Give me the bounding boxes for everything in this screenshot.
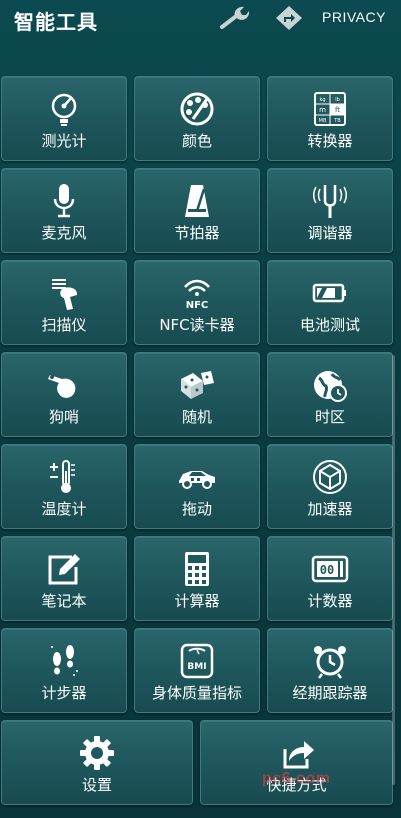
- tile-label: 计步器: [41, 684, 87, 702]
- tile-color[interactable]: 颜色: [134, 76, 260, 161]
- tile-label: 颜色: [181, 132, 212, 150]
- alarm-clock-icon: [310, 641, 350, 681]
- top-bar: 智能工具 PRIVACY: [0, 0, 401, 40]
- tile-label: 节拍器: [174, 224, 220, 242]
- watermark: pc6.com: [262, 770, 331, 787]
- tile-label: 设置: [81, 776, 112, 794]
- notepad-pen-icon: [44, 549, 84, 589]
- tile-label: 时区: [314, 408, 345, 426]
- dice-icon: [177, 365, 217, 405]
- app-title: 智能工具: [14, 10, 98, 34]
- tile-counter[interactable]: 00 计数器: [267, 536, 393, 621]
- tile-label: 经期跟踪器: [292, 684, 368, 702]
- tile-thermometer[interactable]: 温度计: [1, 444, 127, 529]
- counter-digits: 00: [320, 563, 334, 577]
- tile-light-meter[interactable]: 测光计: [1, 76, 127, 161]
- tile-label: 麦克风: [41, 224, 87, 242]
- tile-label: 扫描仪: [41, 316, 87, 334]
- accelerometer-cube-icon: [310, 457, 350, 497]
- wrench-icon[interactable]: [218, 3, 252, 33]
- calculator-icon: [177, 549, 217, 589]
- tile-time-zone[interactable]: 时区: [267, 352, 393, 437]
- unit-converter-icon: kg lb m ft MB TB: [310, 89, 350, 129]
- globe-clock-icon: [310, 365, 350, 405]
- tile-label: 测光计: [41, 132, 87, 150]
- tile-label: 随机: [181, 408, 212, 426]
- tile-label: 电池测试: [299, 316, 360, 334]
- barcode-scanner-icon: [44, 273, 84, 313]
- tile-label: 调谐器: [307, 224, 353, 242]
- unit-mb: MB: [319, 118, 327, 124]
- gear-icon: [77, 733, 117, 773]
- tile-dog-whistle[interactable]: 狗哨: [1, 352, 127, 437]
- unit-m: m: [319, 106, 326, 114]
- tile-pedometer[interactable]: 计步器: [1, 628, 127, 713]
- tile-accelerometer[interactable]: 加速器: [267, 444, 393, 529]
- tile-shortcut[interactable]: 快捷方式: [200, 720, 393, 805]
- unit-kg: kg: [319, 97, 325, 103]
- tile-random[interactable]: 随机: [134, 352, 260, 437]
- tile-microphone[interactable]: 麦克风: [1, 168, 127, 253]
- tile-bmi[interactable]: BMI 身体质量指标: [134, 628, 260, 713]
- privacy-button[interactable]: PRIVACY: [322, 9, 386, 25]
- tile-label: 拖动: [181, 500, 212, 518]
- tile-calculator[interactable]: 计算器: [134, 536, 260, 621]
- tile-label: NFC读卡器: [159, 316, 235, 334]
- tile-settings[interactable]: 设置: [1, 720, 193, 805]
- tile-label: 计数器: [307, 592, 353, 610]
- tile-scanner[interactable]: 扫描仪: [1, 260, 127, 345]
- scrollbar[interactable]: [392, 355, 395, 785]
- share-icon[interactable]: [274, 4, 304, 32]
- thermometer-icon: [44, 457, 84, 497]
- tile-label: 温度计: [41, 500, 87, 518]
- tile-tuner[interactable]: 调谐器: [267, 168, 393, 253]
- footsteps-icon: [44, 641, 84, 681]
- color-picker-icon: [177, 89, 217, 129]
- unit-lb: lb: [335, 97, 340, 103]
- tile-period-tracker[interactable]: 经期跟踪器: [267, 628, 393, 713]
- tile-label: 身体质量指标: [151, 684, 242, 702]
- tile-label: 笔记本: [41, 592, 87, 610]
- tile-label: 计算器: [174, 592, 220, 610]
- tile-battery[interactable]: 电池测试: [267, 260, 393, 345]
- tile-nfc[interactable]: NFC NFC读卡器: [134, 260, 260, 345]
- tuning-fork-icon: [310, 181, 350, 221]
- race-car-icon: [177, 457, 217, 497]
- nfc-icon: NFC: [177, 273, 217, 313]
- metronome-icon: [177, 181, 217, 221]
- tile-notebook[interactable]: 笔记本: [1, 536, 127, 621]
- counter-icon: 00: [310, 549, 350, 589]
- whistle-icon: [44, 365, 84, 405]
- unit-ft: ft: [335, 106, 340, 114]
- tile-label: 加速器: [307, 500, 353, 518]
- tile-metronome[interactable]: 节拍器: [134, 168, 260, 253]
- bmi-scale-icon: BMI: [177, 641, 217, 681]
- tile-converter[interactable]: kg lb m ft MB TB 转换器: [267, 76, 393, 161]
- battery-icon: [310, 273, 350, 313]
- tile-label: 转换器: [307, 132, 353, 150]
- light-meter-icon: [44, 89, 84, 129]
- tile-drag[interactable]: 拖动: [134, 444, 260, 529]
- unit-tb: TB: [333, 118, 341, 124]
- share-shortcut-icon: [277, 733, 317, 773]
- tile-label: 狗哨: [48, 408, 79, 426]
- nfc-text: NFC: [186, 300, 209, 311]
- microphone-icon: [44, 181, 84, 221]
- bmi-text: BMI: [187, 662, 206, 672]
